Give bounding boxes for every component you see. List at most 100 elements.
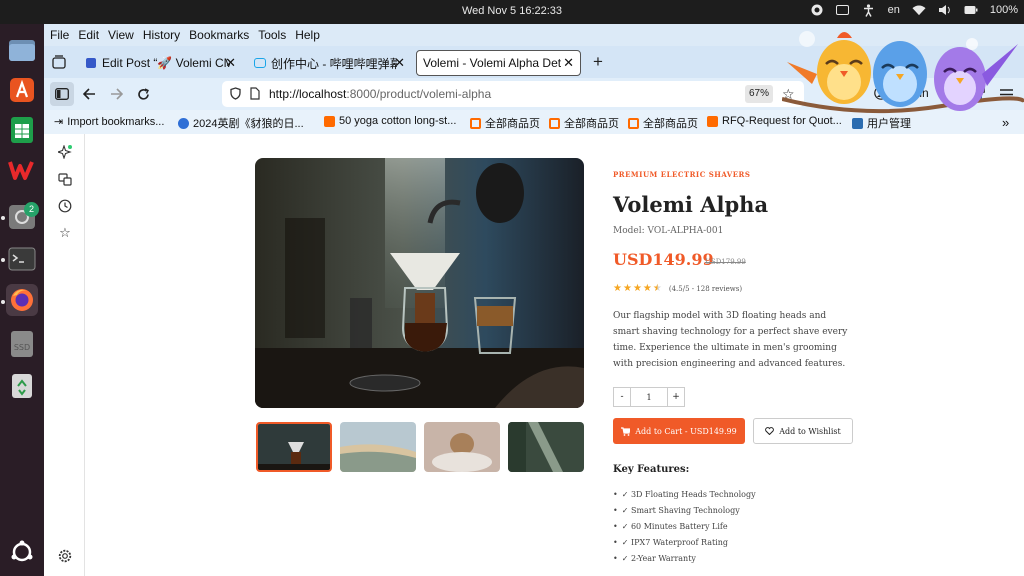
files-icon[interactable] (6, 34, 38, 66)
product-title: Volemi Alpha (613, 192, 769, 217)
new-tab-button[interactable]: + (586, 50, 610, 74)
menu-view[interactable]: View (108, 28, 134, 42)
add-to-cart-label: Add to Cart - USD149.99 (635, 426, 737, 436)
privacy-indicator-icon[interactable] (810, 3, 824, 17)
screen-share-icon[interactable] (836, 3, 850, 17)
bookmark-import[interactable]: ⇥ Import bookmarks... (54, 115, 164, 129)
dock: 2 SSD (0, 24, 44, 576)
ssd-drive-icon[interactable]: SSD (6, 328, 38, 360)
tab-bilibili[interactable]: 创作中心 - 哔哩哔哩弹幕视 ✕ (248, 50, 411, 76)
menu-file[interactable]: File (50, 28, 69, 42)
bookmark-item[interactable]: 全部商品页 (628, 115, 698, 131)
sidebar-settings-icon[interactable] (57, 548, 73, 564)
tab-volemi-alpha[interactable]: Volemi - Volemi Alpha Detail ✕ (416, 50, 581, 76)
bookmark-item[interactable]: RFQ-Request for Quot... (707, 115, 842, 127)
forward-button[interactable] (104, 82, 128, 106)
rating-stars: ★ ★ ★ ★ ★ (4.5/5 - 128 reviews) (613, 283, 742, 294)
url-bar[interactable]: http://localhost:8000/product/volemi-alp… (222, 81, 804, 107)
thumbnail-2[interactable] (340, 422, 416, 472)
menu-edit[interactable]: Edit (78, 28, 99, 42)
show-apps-icon[interactable] (6, 536, 38, 568)
quantity-input[interactable]: 1 (631, 387, 667, 407)
bookmark-label: 全部商品页 (564, 118, 619, 130)
page-info-icon[interactable] (250, 87, 260, 103)
url-host: http://localhost (269, 87, 347, 101)
terminal-icon[interactable] (6, 243, 38, 275)
sidebar-toggle-icon[interactable] (50, 82, 74, 106)
back-button[interactable] (77, 82, 101, 106)
updates-badge: 2 (24, 202, 39, 217)
bookmarks-icon[interactable]: ☆ (57, 225, 73, 241)
close-tab-icon[interactable]: ✕ (394, 55, 405, 71)
account-icon (874, 86, 888, 100)
bookmark-label: 2024英剧《豺狼的日... (193, 118, 304, 130)
ai-chatbot-icon[interactable] (57, 144, 73, 160)
app-menu-icon[interactable] (994, 82, 1018, 106)
cart-icon (621, 426, 631, 436)
zoom-level-button[interactable]: 67% (745, 85, 773, 103)
firefox-icon[interactable] (6, 284, 38, 316)
feature-item: ✓ 60 Minutes Battery Life (613, 518, 756, 534)
bookmark-item[interactable]: 2024英剧《豺狼的日... (178, 115, 304, 131)
cms-favicon-icon (86, 58, 96, 68)
bookmark-favicon-icon (470, 117, 481, 129)
extension-badge-icon[interactable] (966, 82, 990, 106)
sign-in-label: Sign in (892, 86, 929, 100)
quantity-increase-button[interactable]: + (667, 387, 685, 407)
app-center-icon[interactable] (6, 74, 38, 106)
browser-sidebar: ☆ (44, 134, 85, 576)
close-tab-icon[interactable]: ✕ (563, 55, 574, 71)
tab-list-icon[interactable] (47, 50, 71, 74)
menu-tools[interactable]: Tools (258, 28, 286, 42)
bookmark-star-icon[interactable]: ☆ (782, 86, 795, 103)
system-tray[interactable]: en 100% (810, 3, 1018, 17)
menu-help[interactable]: Help (295, 28, 320, 42)
bookmark-item[interactable]: 50 yoga cotton long-st... (324, 115, 456, 127)
menu-bookmarks[interactable]: Bookmarks (189, 28, 249, 42)
quantity-decrease-button[interactable]: - (613, 387, 631, 407)
sign-in-button[interactable]: Sign in (874, 86, 929, 100)
battery-icon[interactable] (964, 3, 978, 17)
wifi-icon[interactable] (912, 3, 926, 17)
bookmark-item[interactable]: 用户管理 (852, 115, 911, 131)
accessibility-icon[interactable] (862, 3, 876, 17)
product-main-image[interactable] (255, 158, 584, 408)
browser-window: File Edit View History Bookmarks Tools H… (44, 24, 1024, 576)
add-to-wishlist-button[interactable]: Add to Wishlist (753, 418, 853, 444)
shield-icon[interactable] (230, 87, 241, 103)
tab-edit-post[interactable]: Edit Post “🚀 Volemi CMS ✕ (80, 50, 242, 76)
feature-item: ✓ 2-Year Warranty (613, 550, 756, 566)
running-indicator (1, 216, 5, 220)
history-icon[interactable] (57, 198, 73, 214)
rating-text: (4.5/5 - 128 reviews) (668, 284, 743, 293)
thumbnail-4[interactable] (508, 422, 584, 472)
synced-tabs-icon[interactable] (57, 171, 73, 187)
wps-office-icon[interactable] (6, 154, 38, 186)
feature-item: ✓ Smart Shaving Technology (613, 502, 756, 518)
language-indicator[interactable]: en (888, 4, 900, 16)
navigation-bar: http://localhost:8000/product/volemi-alp… (44, 78, 1024, 110)
extensions-icon[interactable] (940, 82, 964, 106)
close-tab-icon[interactable]: ✕ (225, 55, 236, 71)
add-to-cart-button[interactable]: Add to Cart - USD149.99 (613, 418, 745, 444)
trash-icon[interactable] (6, 370, 38, 402)
url-text[interactable]: http://localhost:8000/product/volemi-alp… (269, 87, 491, 101)
thumbnail-3[interactable] (424, 422, 500, 472)
bookmark-item[interactable]: 全部商品页 (549, 115, 619, 131)
bookmarks-overflow-icon[interactable]: » (1002, 115, 1009, 130)
volume-icon[interactable] (938, 3, 952, 17)
product-old-price: USD179.99 (705, 258, 746, 266)
bookmark-item[interactable]: 全部商品页 (470, 115, 540, 131)
menu-history[interactable]: History (143, 28, 180, 42)
spreadsheet-icon[interactable] (6, 114, 38, 146)
tab-bar: Edit Post “🚀 Volemi CMS ✕ 创作中心 - 哔哩哔哩弹幕视… (44, 46, 1024, 78)
reload-button[interactable] (131, 82, 155, 106)
star-full-icon: ★ (642, 283, 652, 294)
bookmarks-bar: ⇥ Import bookmarks... 2024英剧《豺狼的日... 50 … (44, 110, 1024, 134)
product-category[interactable]: PREMIUM ELECTRIC SHAVERS (613, 170, 750, 179)
feature-item: ✓ 3D Floating Heads Technology (613, 486, 756, 502)
system-top-bar: Wed Nov 5 16:22:33 en 100% (0, 0, 1024, 24)
thumbnail-1[interactable] (256, 422, 332, 472)
running-indicator (1, 258, 5, 262)
features-heading: Key Features: (613, 464, 690, 475)
